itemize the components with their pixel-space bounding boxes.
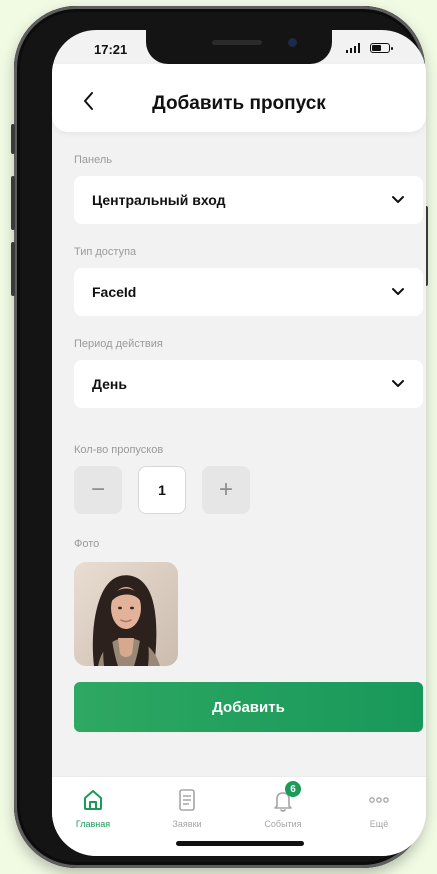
user-photo[interactable] [74, 562, 178, 666]
notification-badge: 6 [285, 781, 301, 797]
phone-frame: 17:21 Добавить пропуск Панель Центральны… [11, 6, 428, 868]
more-icon [366, 787, 392, 813]
add-pass-form: Панель Центральный вход Тип доступа Face… [74, 132, 423, 732]
access-type-select[interactable]: FaceId [74, 268, 423, 316]
chevron-down-icon [392, 380, 404, 387]
panel-value: Центральный вход [92, 192, 226, 208]
pass-count-value[interactable]: 1 [138, 466, 186, 514]
access-type-label: Тип доступа [74, 246, 137, 258]
tab-label: События [264, 819, 302, 829]
tab-events[interactable]: 6 События [248, 781, 318, 829]
signal-icon [345, 43, 360, 53]
home-icon [80, 787, 106, 813]
notch [146, 30, 332, 64]
validity-period-value: День [92, 376, 127, 392]
tab-label: Заявки [172, 819, 202, 829]
access-type-value: FaceId [92, 284, 137, 300]
mute-switch [11, 124, 15, 154]
add-button[interactable]: Добавить [74, 682, 423, 732]
tab-home[interactable]: Главная [58, 787, 128, 829]
photo-label: Фото [74, 538, 100, 550]
page-title: Добавить пропуск [152, 93, 326, 114]
app-screen: 17:21 Добавить пропуск Панель Центральны… [52, 30, 426, 856]
front-camera [288, 38, 297, 47]
notch-speaker [212, 40, 262, 45]
volume-down-button [11, 242, 15, 296]
status-icons [345, 43, 393, 53]
chevron-down-icon [392, 196, 404, 203]
app-header: Добавить пропуск [52, 64, 426, 132]
chevron-down-icon [392, 288, 404, 295]
pass-count-label: Кол-во пропусков [74, 444, 164, 456]
increment-button[interactable]: + [202, 466, 250, 514]
status-time: 17:21 [94, 42, 128, 57]
document-icon [174, 787, 200, 813]
tab-requests[interactable]: Заявки [152, 787, 222, 829]
pass-count-stepper: − 1 + [74, 466, 423, 514]
panel-label: Панель [74, 154, 113, 166]
tab-label: Ещё [369, 819, 389, 829]
battery-icon [370, 43, 393, 53]
volume-up-button [11, 176, 15, 230]
tab-more[interactable]: Ещё [344, 787, 414, 829]
bell-icon: 6 [270, 781, 301, 813]
validity-period-label: Период действия [74, 338, 163, 350]
decrement-button[interactable]: − [74, 466, 122, 514]
tab-label: Главная [75, 819, 111, 829]
home-indicator [176, 841, 304, 846]
validity-period-select[interactable]: День [74, 360, 423, 408]
panel-select[interactable]: Центральный вход [74, 176, 423, 224]
